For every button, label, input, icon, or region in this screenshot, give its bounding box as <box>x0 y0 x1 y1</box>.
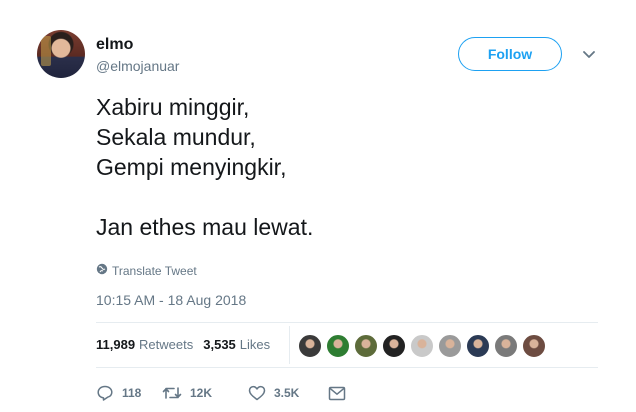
divider-bottom <box>96 367 598 368</box>
direct-message-button[interactable] <box>328 386 346 401</box>
liker-avatar[interactable] <box>326 334 350 358</box>
user-name[interactable]: elmo <box>96 36 133 54</box>
translate-label: Translate Tweet <box>112 263 197 278</box>
like-button[interactable]: 3.5K <box>248 385 328 401</box>
avatar[interactable] <box>37 30 85 78</box>
reply-button[interactable]: 118 <box>96 384 162 402</box>
liker-avatar[interactable] <box>298 334 322 358</box>
follow-button[interactable]: Follow <box>458 37 562 71</box>
retweets-label[interactable]: Retweets <box>139 337 193 352</box>
tweet-text: Xabiru minggir, Sekala mundur, Gempi men… <box>96 94 314 240</box>
liker-avatar[interactable] <box>522 334 546 358</box>
likers-avatars <box>298 334 550 358</box>
liker-avatar[interactable] <box>354 334 378 358</box>
liker-avatar[interactable] <box>382 334 406 358</box>
liker-avatar[interactable] <box>410 334 434 358</box>
likes-label[interactable]: Likes <box>240 337 270 352</box>
tweet-timestamp[interactable]: 10:15 AM - 18 Aug 2018 <box>96 292 246 308</box>
engagement-stats: 11,989 Retweets 3,535 Likes <box>96 337 270 352</box>
reply-icon <box>96 384 114 402</box>
retweets-count[interactable]: 11,989 <box>96 337 135 352</box>
retweet-button[interactable]: 12K <box>162 385 248 401</box>
likes-count[interactable]: 3,535 <box>203 337 236 352</box>
stats-separator <box>289 326 290 364</box>
liker-avatar[interactable] <box>438 334 462 358</box>
liker-avatar[interactable] <box>466 334 490 358</box>
divider-top <box>96 322 598 323</box>
reply-count: 118 <box>122 386 142 400</box>
like-count: 3.5K <box>274 386 300 400</box>
translate-tweet-link[interactable]: Translate Tweet <box>96 263 197 278</box>
retweet-count: 12K <box>190 386 213 400</box>
envelope-icon <box>328 386 346 401</box>
liker-avatar[interactable] <box>494 334 518 358</box>
chevron-down-icon[interactable] <box>580 46 598 64</box>
tweet-actions: 118 12K 3.5K <box>96 384 346 402</box>
globe-icon <box>96 263 108 278</box>
user-handle[interactable]: @elmojanuar <box>96 58 179 74</box>
tweet-card: elmo @elmojanuar Follow Xabiru minggir, … <box>0 0 636 412</box>
retweet-icon <box>162 385 182 401</box>
heart-icon <box>248 385 266 401</box>
